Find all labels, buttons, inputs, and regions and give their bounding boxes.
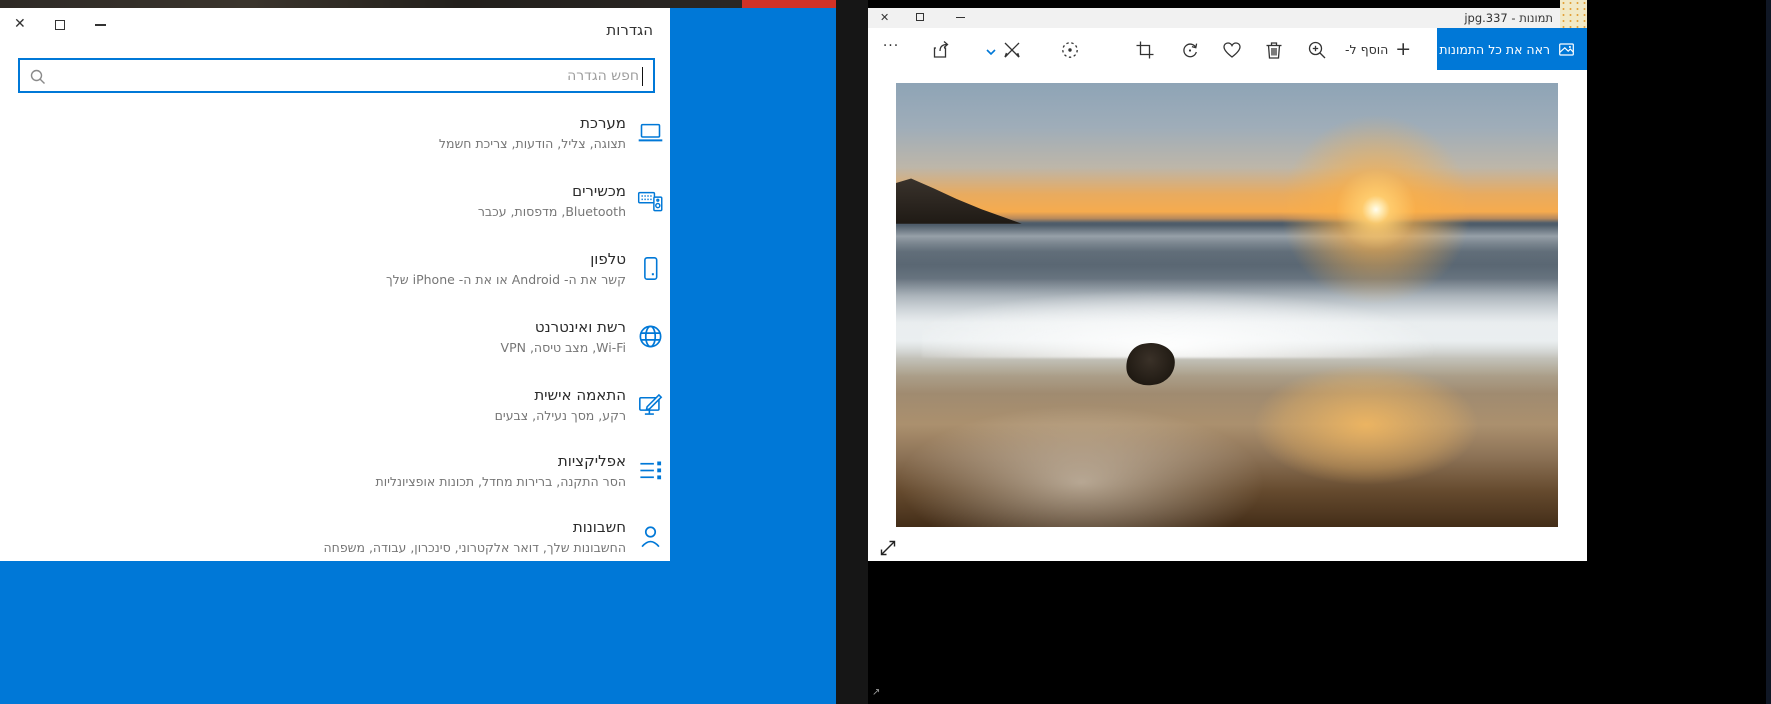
network-icon	[635, 318, 665, 350]
sidebar-item-network[interactable]: רשת ואינטרנט Wi-Fi, מצב טיסה, VPN	[30, 318, 665, 370]
text-caret	[642, 67, 643, 86]
minimize-icon[interactable]	[95, 24, 106, 26]
photos-gallery-icon	[1558, 41, 1575, 58]
item-desc: קשר את ה- Android או את ה- iPhone שלך	[385, 272, 626, 287]
close-icon[interactable]: ✕	[14, 16, 26, 32]
sidebar-item-accounts[interactable]: חשבונות החשבונות שלך, דואר אלקטרוני, סינכ…	[30, 518, 665, 570]
search-input[interactable]	[20, 60, 653, 91]
item-desc: רקע, מסך נעילה, צבעים	[494, 408, 626, 423]
item-desc: Wi-Fi, מצב טיסה, VPN	[500, 340, 626, 355]
expand-chevron-icon[interactable]	[980, 41, 1002, 63]
window-title: תמונות - 337.jpg	[1464, 11, 1553, 25]
sidebar-item-phone[interactable]: טלפון קשר את ה- Android או את ה- iPhone ש…	[30, 250, 665, 302]
maximize-icon[interactable]	[916, 13, 924, 21]
photo-beach-sunset	[896, 83, 1558, 527]
titlebar-corner-pattern	[1560, 0, 1587, 28]
resize-arrow-icon: ↗	[872, 687, 881, 698]
item-desc: הסר התקנה, ברירות מחדל, תכונות אופציונלי…	[375, 474, 626, 489]
delete-icon[interactable]	[1263, 39, 1285, 61]
crop-icon[interactable]	[1134, 39, 1156, 61]
sidebar-item-devices[interactable]: מכשירים Bluetooth, מדפסות, עכבר	[30, 182, 665, 234]
devices-icon	[635, 182, 665, 214]
item-label: טלפון	[590, 250, 626, 268]
item-label: חשבונות	[572, 518, 626, 536]
photos-toolbar: ··· + הוסף ל- ראה את כל התמונות	[868, 28, 1587, 70]
sidebar-item-system[interactable]: מערכת תצוגה, צליל, הודעות, צריכת חשמל	[30, 114, 665, 166]
apps-icon	[635, 452, 665, 484]
desktop-top-strip-red	[742, 0, 836, 8]
item-label: התאמה אישית	[534, 386, 626, 404]
item-label: רשת ואינטרנט	[534, 318, 626, 336]
rotate-icon[interactable]	[1179, 39, 1201, 61]
add-to-button[interactable]: + הוסף ל-	[1345, 36, 1411, 62]
settings-window: ✕ הגדרות מערכת תצוגה, צליל, הודעות, צריכת…	[0, 8, 836, 704]
settings-search-box	[18, 58, 655, 93]
minimize-icon[interactable]	[956, 17, 965, 18]
photo-wave	[922, 278, 1506, 359]
3d-effects-icon[interactable]	[1059, 39, 1081, 61]
phone-icon	[635, 250, 665, 282]
sidebar-item-personalization[interactable]: התאמה אישית רקע, מסך נעילה, צבעים	[30, 386, 665, 438]
photos-window: ✕ תמונות - 337.jpg ··· + הוסף ל- ראה את …	[868, 8, 1587, 561]
item-desc: Bluetooth, מדפסות, עכבר	[477, 204, 626, 219]
page-title: הגדרות	[606, 21, 653, 39]
photos-titlebar: ✕ תמונות - 337.jpg	[868, 8, 1587, 28]
personalization-icon	[635, 386, 665, 418]
photo-headland	[896, 178, 1022, 224]
system-icon	[635, 114, 665, 146]
expand-photo-icon[interactable]	[877, 537, 899, 559]
zoom-in-icon[interactable]	[1306, 39, 1328, 61]
photo-viewer	[868, 70, 1587, 561]
plus-icon: +	[1395, 38, 1412, 60]
item-label: מכשירים	[572, 182, 626, 200]
see-all-photos-label: ראה את כל התמונות	[1439, 41, 1550, 57]
see-more-icon[interactable]: ···	[880, 35, 902, 57]
favorite-icon[interactable]	[1221, 39, 1243, 61]
sidebar-item-apps[interactable]: אפליקציות הסר התקנה, ברירות מחדל, תכונות …	[30, 452, 665, 504]
window-gap	[836, 0, 868, 704]
add-to-label: הוסף ל-	[1345, 41, 1389, 57]
item-label: מערכת	[580, 114, 626, 132]
accounts-icon	[635, 518, 665, 550]
see-all-photos-button[interactable]: ראה את כל התמונות	[1437, 28, 1587, 70]
screen: ↗ ✕ הגדרות מערכת תצוגה, צליל, הודעות, צרי…	[0, 0, 1771, 704]
item-label: אפליקציות	[557, 452, 626, 470]
settings-panel: ✕ הגדרות מערכת תצוגה, צליל, הודעות, צריכת…	[0, 8, 670, 561]
item-desc: תצוגה, צליל, הודעות, צריכת חשמל	[438, 136, 626, 151]
desktop-top-strip	[0, 0, 836, 8]
maximize-icon[interactable]	[55, 20, 65, 30]
background-edge-strip	[1766, 0, 1771, 704]
item-desc: החשבונות שלך, דואר אלקטרוני, סינכרון, עב…	[323, 540, 626, 555]
close-icon[interactable]: ✕	[880, 10, 889, 25]
share-icon[interactable]	[930, 39, 952, 61]
draw-icon[interactable]	[1001, 39, 1023, 61]
